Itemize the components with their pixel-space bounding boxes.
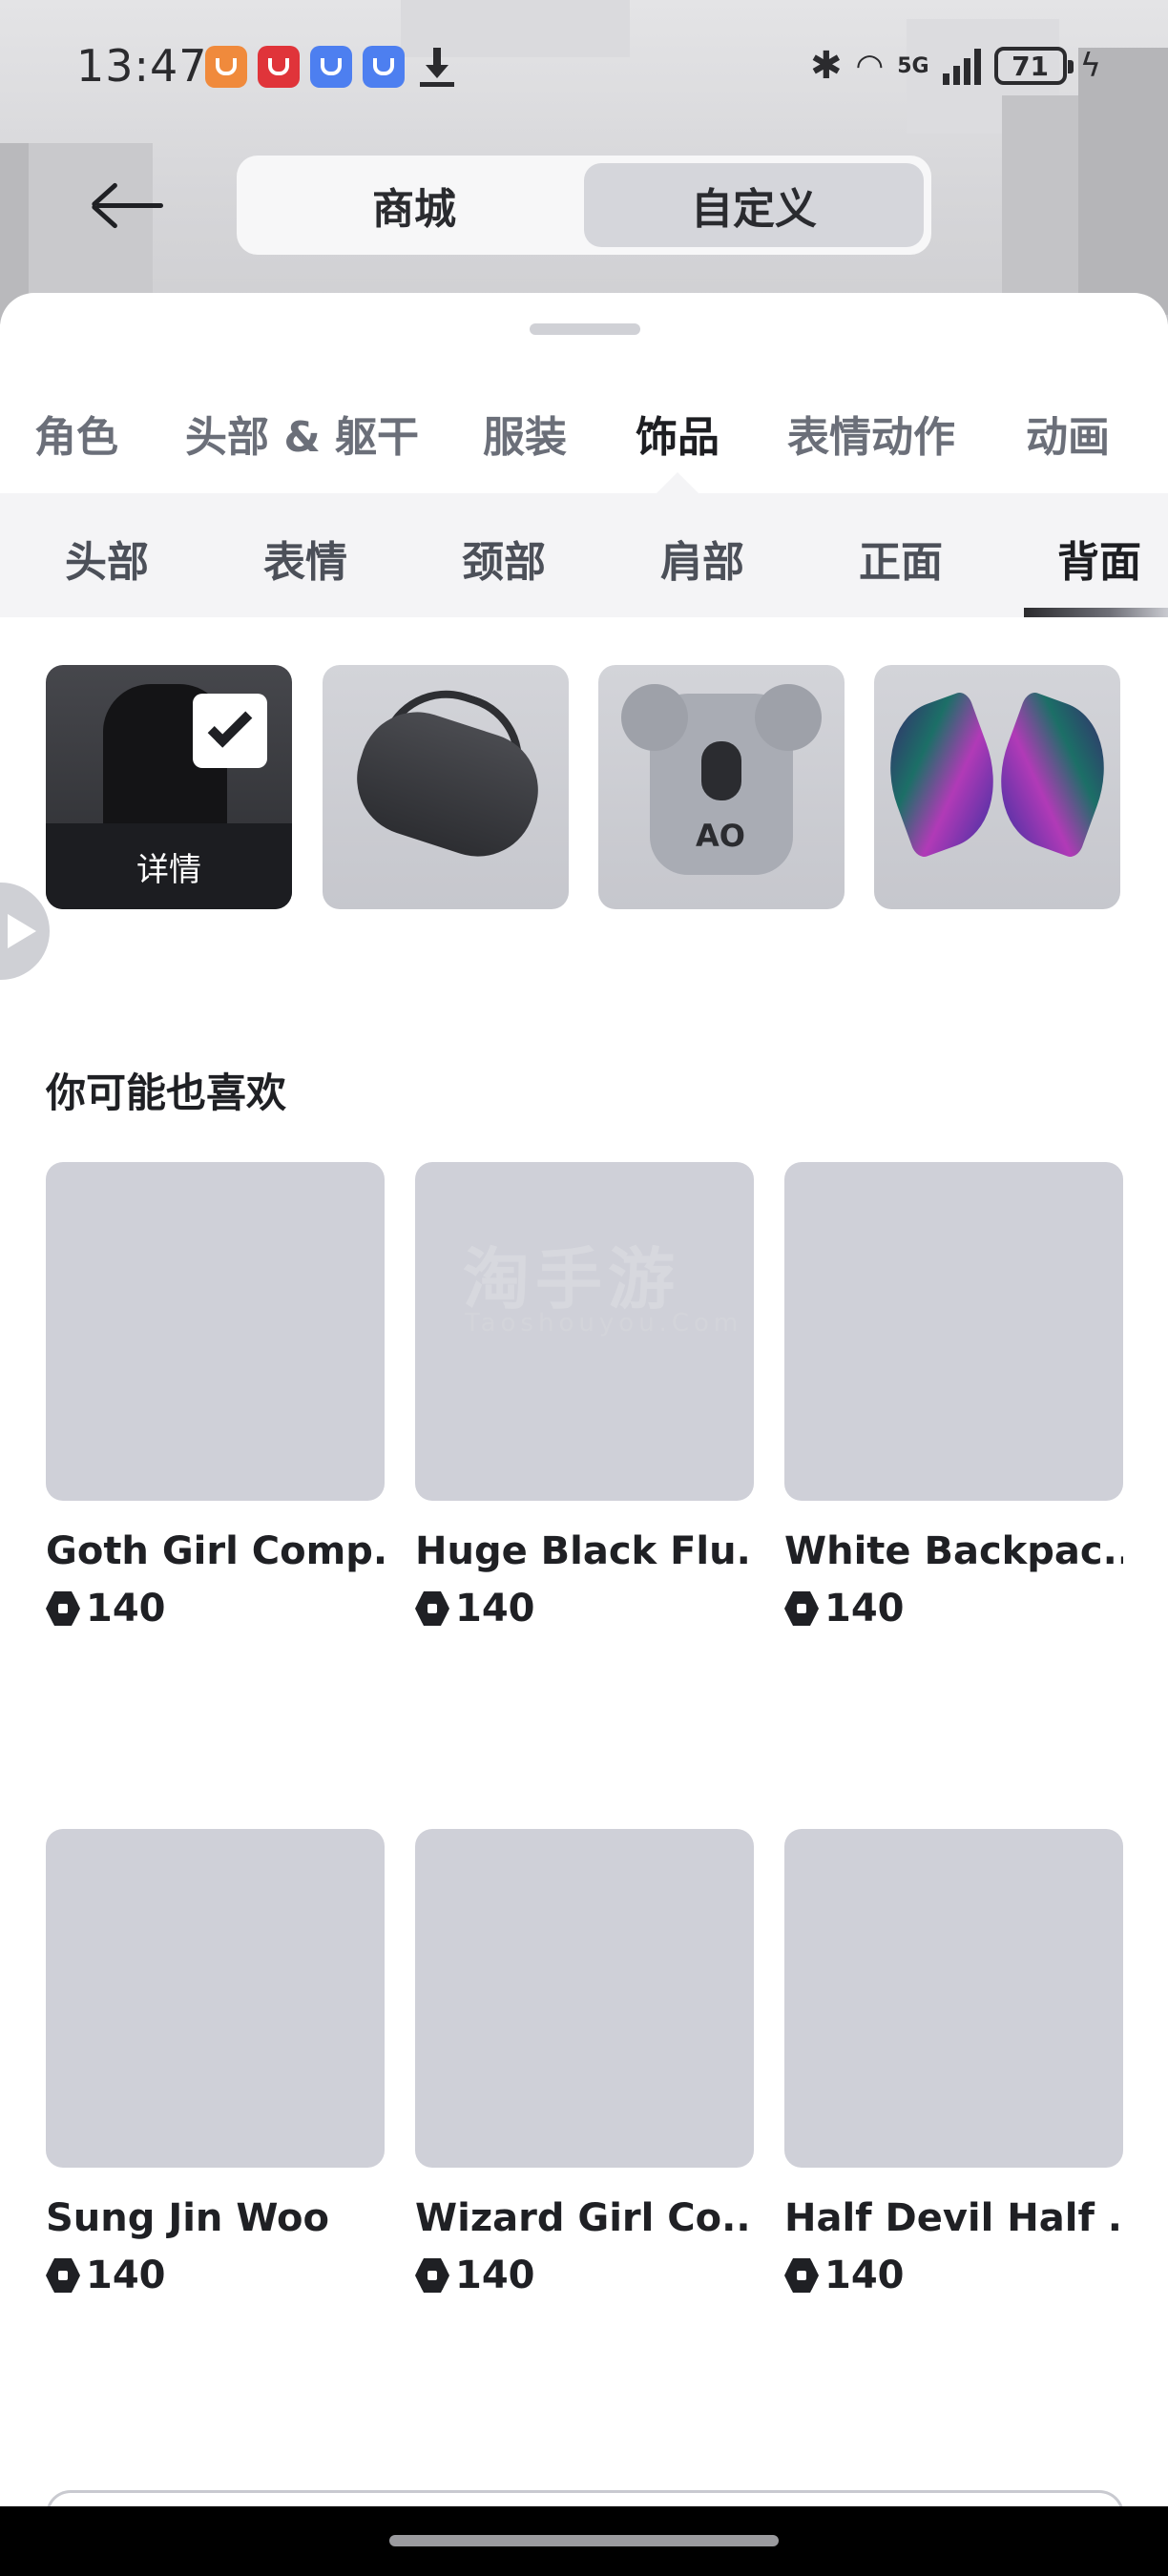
category-tabs: 角色 头部 & 躯干 服装 饰品 表情动作 动画 <box>0 384 1168 488</box>
home-indicator[interactable] <box>389 2535 779 2546</box>
tab-clothing[interactable]: 服装 <box>483 403 567 464</box>
download-icon <box>420 48 454 88</box>
wifi-icon: ◠ <box>855 47 885 85</box>
system-navigation-bar <box>0 2506 1168 2576</box>
item-price: 140 <box>46 2254 385 2297</box>
recommendation-card[interactable]: Sung Jin Woo 140 <box>46 1829 385 2297</box>
item-thumbnail[interactable] <box>415 1829 754 2168</box>
equipped-item-koala-backpack[interactable]: AO <box>598 665 845 909</box>
network-type: 5G <box>897 53 929 78</box>
item-name: Huge Black Flu... <box>415 1529 754 1573</box>
signal-icon <box>942 47 981 85</box>
subtab-neck[interactable]: 颈部 <box>462 528 546 589</box>
equipped-item-dress[interactable]: 详情 <box>46 665 292 909</box>
item-thumbnail[interactable] <box>784 1829 1123 2168</box>
item-name: Sung Jin Woo <box>46 2196 329 2240</box>
price-value: 140 <box>86 2254 166 2297</box>
subtab-underline <box>1024 608 1168 617</box>
618-app-icon <box>258 46 300 88</box>
equipped-item-wings[interactable] <box>874 665 1120 909</box>
mode-segmented-control: 商城 自定义 <box>237 156 931 255</box>
honor-app-icon <box>310 46 352 88</box>
tab-emotes[interactable]: 表情动作 <box>787 403 955 464</box>
item-name: White Backpac... <box>784 1529 1123 1573</box>
watermark: 淘手游 <box>463 1240 680 1319</box>
price-value: 140 <box>824 1587 905 1631</box>
tab-character[interactable]: 角色 <box>34 403 118 464</box>
subtab-head[interactable]: 头部 <box>65 528 149 589</box>
equipped-item-duffel-bag[interactable] <box>323 665 569 909</box>
tab-head-body[interactable]: 头部 & 躯干 <box>185 403 419 464</box>
subtab-shoulder[interactable]: 肩部 <box>660 528 744 589</box>
recommendation-card[interactable]: Wizard Girl Co... 140 <box>415 1829 754 2297</box>
drag-handle[interactable] <box>530 323 640 335</box>
subtab-back[interactable]: 背面 <box>1057 528 1141 589</box>
item-price: 140 <box>784 1587 1123 1631</box>
item-name: Goth Girl Comp... <box>46 1529 385 1573</box>
battery-level: 71 <box>1012 50 1050 82</box>
send-icon <box>8 914 36 948</box>
tab-animations[interactable]: 动画 <box>1026 403 1110 464</box>
active-tab-indicator <box>657 472 699 493</box>
item-price: 140 <box>415 1587 754 1631</box>
item-price: 140 <box>784 2254 1123 2297</box>
robux-icon <box>415 1591 449 1626</box>
robux-icon <box>784 2258 819 2293</box>
robux-icon <box>46 2258 80 2293</box>
status-bar: 13:47 ✱ ◠ 5G 71 ϟ <box>0 0 1168 134</box>
item-thumbnail[interactable] <box>46 1162 385 1501</box>
recommendations-title: 你可能也喜欢 <box>46 1070 287 1116</box>
back-arrow-icon[interactable] <box>91 172 167 239</box>
item-price: 140 <box>415 2254 754 2297</box>
item-thumbnail[interactable] <box>46 1829 385 2168</box>
recommendation-card[interactable]: Half Devil Half ... 140 <box>784 1829 1123 2297</box>
item-name: Wizard Girl Co... <box>415 2196 754 2240</box>
checkbox-checked[interactable] <box>193 694 267 768</box>
accessory-sub-tabs: 头部 表情 颈部 肩部 正面 背面 <box>0 493 1168 617</box>
subtab-front[interactable]: 正面 <box>859 528 943 589</box>
price-value: 140 <box>455 2254 535 2297</box>
status-time: 13:47 <box>76 40 208 92</box>
tab-accessories[interactable]: 饰品 <box>636 403 720 464</box>
price-value: 140 <box>86 1587 166 1631</box>
taobao-app-icon <box>205 46 247 88</box>
tab-customize[interactable]: 自定义 <box>584 163 924 247</box>
robux-icon <box>415 2258 449 2293</box>
subtab-face[interactable]: 表情 <box>263 528 347 589</box>
recommendation-card[interactable]: White Backpac... 140 <box>784 1162 1123 1631</box>
item-price: 140 <box>46 1587 385 1631</box>
watermark-url: Taoshouyou.Com <box>465 1309 743 1338</box>
honor-app-icon <box>363 46 405 88</box>
price-value: 140 <box>824 2254 905 2297</box>
item-name: Half Devil Half ... <box>784 2196 1123 2240</box>
robux-icon <box>46 1591 80 1626</box>
charging-icon: ϟ <box>1079 47 1101 85</box>
bluetooth-icon: ✱ <box>810 44 843 88</box>
battery-icon: 71 <box>993 47 1074 85</box>
robux-icon <box>784 1591 819 1626</box>
price-value: 140 <box>455 1587 535 1631</box>
details-button[interactable]: 详情 <box>46 823 292 909</box>
item-thumbnail[interactable] <box>784 1162 1123 1501</box>
recommendation-card[interactable]: Goth Girl Comp... 140 <box>46 1162 385 1631</box>
tab-marketplace[interactable]: 商城 <box>244 163 584 247</box>
equipped-items-row: 详情 AO <box>0 665 1168 913</box>
